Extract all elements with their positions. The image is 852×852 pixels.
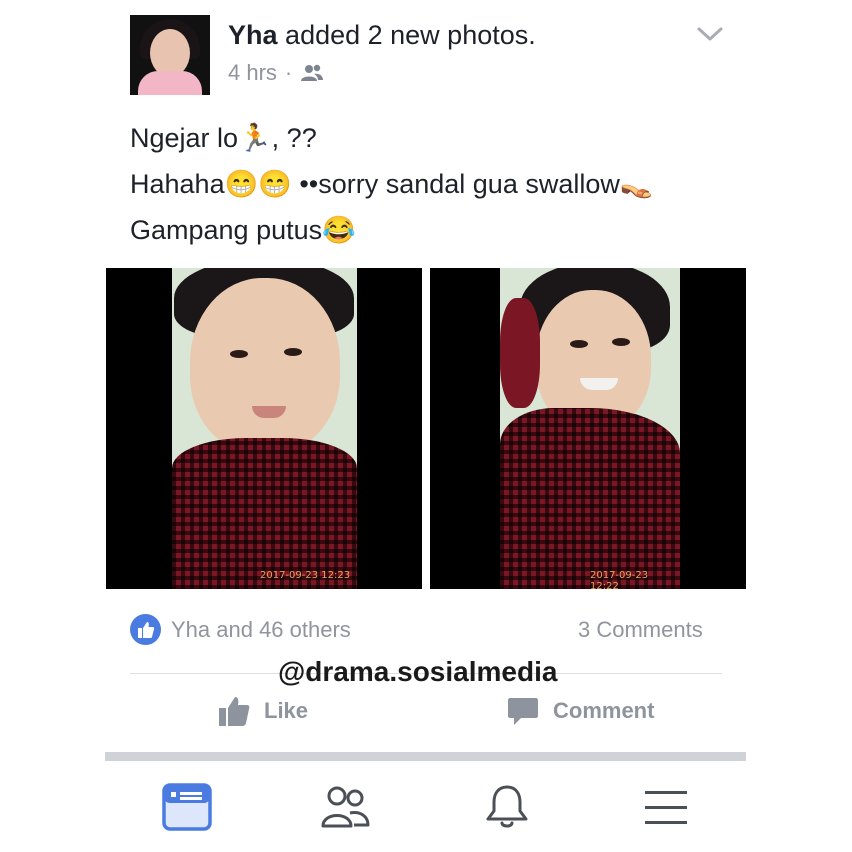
author-avatar[interactable] (130, 15, 210, 95)
section-divider (105, 752, 746, 761)
author-name[interactable]: Yha (228, 20, 278, 50)
post-text-line: Ngejar lo🏃, ?? (130, 123, 317, 153)
friends-audience-icon[interactable] (300, 64, 324, 82)
photo-timestamp: 2017-09-23 12:22 (590, 570, 649, 589)
meta-separator: · (284, 60, 293, 85)
post-text: Ngejar lo🏃, ?? Hahaha😁😁 ••sorry sandal g… (130, 115, 653, 253)
thumbs-up-icon (219, 697, 250, 726)
post-time[interactable]: 4 hrs (228, 60, 277, 86)
like-label: Like (264, 698, 309, 723)
likes-summary[interactable]: Yha and 46 others (171, 617, 351, 643)
watermark-text: @drama.sosialmedia (278, 656, 558, 687)
notifications-bell-icon[interactable] (482, 783, 532, 831)
post-meta: 4 hrs · (228, 60, 324, 86)
post-action-text: added 2 new photos. (285, 20, 536, 50)
thumbs-up-icon (137, 621, 154, 638)
like-reaction-icon[interactable] (130, 614, 161, 645)
post-text-line: Hahaha😁😁 ••sorry sandal gua swallow👡 (130, 169, 654, 199)
menu-icon[interactable] (642, 783, 692, 831)
post-photo-1[interactable]: 2017-09-23 12:23 (106, 268, 422, 589)
post-photo-2[interactable]: 2017-09-23 12:22 (430, 268, 746, 589)
news-feed-icon[interactable] (162, 783, 212, 831)
comments-count[interactable]: 3 Comments (578, 617, 703, 643)
comment-bubble-icon (508, 698, 538, 725)
post-header-title: Yha added 2 new photos. (228, 18, 536, 52)
friends-icon[interactable] (320, 783, 370, 831)
photo-timestamp: 2017-09-23 12:23 (260, 570, 351, 581)
like-button[interactable]: Like (218, 695, 308, 727)
comment-button[interactable]: Comment (507, 695, 654, 727)
comment-label: Comment (553, 698, 655, 723)
post-text-line: Gampang putus😂 (130, 215, 356, 245)
chevron-down-icon[interactable] (695, 22, 725, 46)
